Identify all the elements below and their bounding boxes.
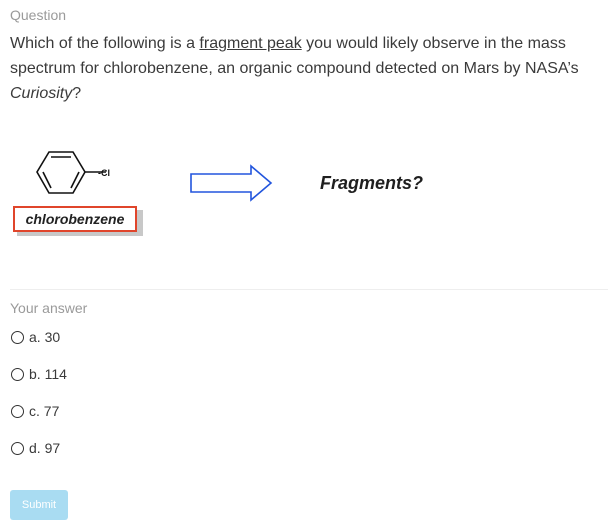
question-text-end: ? (72, 85, 82, 102)
option-d[interactable]: d. 97 (10, 438, 60, 458)
question-text-start: Which of the following is a (10, 35, 200, 52)
section-divider (10, 289, 608, 290)
option-label: d. 97 (29, 440, 61, 456)
question-label: Question (10, 7, 67, 23)
option-label: a. 30 (29, 329, 61, 345)
fragments-label: Fragments? (320, 173, 424, 193)
option-label: b. 114 (29, 366, 67, 382)
option-b[interactable]: b. 114 (10, 364, 67, 384)
question-figure: -Cl chlorobenzene Fragments? (0, 140, 612, 250)
fragment-peak-link[interactable]: fragment peak (199, 35, 301, 52)
benzene-ring (36, 151, 86, 194)
chlorine-label: -Cl (98, 168, 110, 178)
compound-label-box: chlorobenzene (13, 206, 143, 236)
curiosity-italic: Curiosity (10, 85, 73, 102)
radio-icon[interactable] (11, 367, 24, 381)
your-answer-label: Your answer (10, 300, 88, 316)
submit-button[interactable]: Submit (10, 490, 68, 520)
reaction-arrow-icon (190, 164, 273, 202)
option-c[interactable]: c. 77 (10, 401, 59, 421)
radio-icon[interactable] (11, 330, 24, 344)
radio-icon[interactable] (11, 404, 24, 418)
compound-name: chlorobenzene (13, 206, 137, 232)
option-label: c. 77 (29, 403, 60, 419)
radio-icon[interactable] (11, 441, 24, 455)
question-text: Which of the following is a fragment pea… (10, 31, 606, 106)
option-a[interactable]: a. 30 (10, 327, 60, 347)
